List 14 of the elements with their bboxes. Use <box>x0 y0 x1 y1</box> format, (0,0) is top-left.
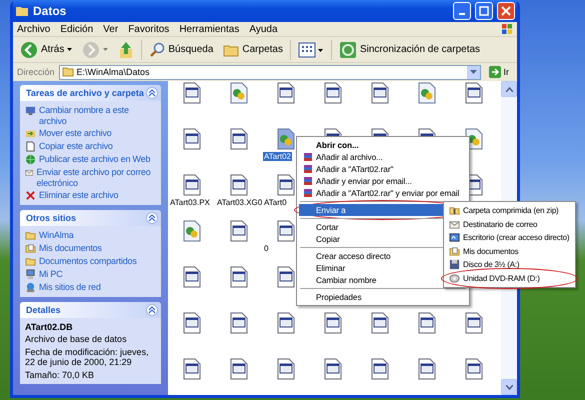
window-title: Datos <box>33 4 68 18</box>
file-name: ATart02 <box>263 152 292 161</box>
file-size: Tamaño: 70,0 KB <box>25 370 96 380</box>
file-name: 0 <box>263 244 270 253</box>
file-name: ATart0 <box>263 198 288 207</box>
panel-title: Otros sitios <box>26 213 76 223</box>
file-name: ATart02.DB <box>25 322 74 332</box>
panel-title: Tareas de archivo y carpeta <box>26 88 144 98</box>
panel-title: Detalles <box>26 305 61 315</box>
address-label: Dirección <box>17 67 55 77</box>
modified-date: Fecha de modificación: jueves, 22 de junio de 2000, 21:29 <box>25 346 150 368</box>
file-name: ATart03.PX <box>169 198 211 207</box>
file-type: Archivo de base de datos <box>25 334 128 344</box>
file-name: ATart03.XG0 <box>216 198 264 207</box>
